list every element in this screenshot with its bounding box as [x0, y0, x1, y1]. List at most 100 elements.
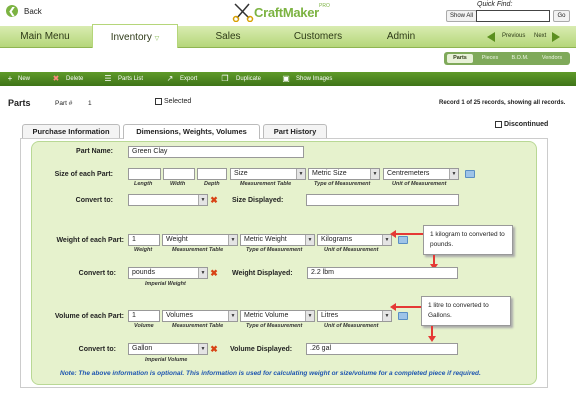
optional-info-note: Note: The above information is optional.…	[60, 370, 481, 377]
next-arrow-icon[interactable]	[552, 32, 560, 42]
nav-inventory-label: Inventory	[110, 32, 152, 43]
back-arrow-icon[interactable]: ❮	[6, 5, 18, 17]
clear-x-icon[interactable]: ✖	[210, 196, 218, 205]
type-of-measurement-sublabel: Type of Measurement	[246, 323, 303, 329]
subtab-vendors[interactable]: Vendors	[536, 54, 568, 63]
volume-unit-select[interactable]: Litres	[317, 310, 392, 322]
subtab-bom[interactable]: B.O.M.	[506, 54, 534, 63]
callout-arrow-line	[394, 306, 421, 308]
volume-table-value: Volumes	[166, 312, 193, 319]
width-sublabel: Width	[170, 181, 186, 187]
weight-table-value: Weight	[166, 236, 188, 243]
new-button[interactable]: New	[18, 72, 30, 86]
selected-checkbox[interactable]	[155, 98, 162, 105]
scissors-logo-icon	[232, 3, 254, 22]
go-button[interactable]: Go	[553, 10, 570, 22]
weight-displayed-label: Weight Displayed:	[232, 270, 293, 277]
tab-purchase-information[interactable]: Purchase Information	[22, 124, 120, 138]
chevron-down-icon[interactable]: ▼	[228, 235, 237, 245]
weight-input[interactable]: 1	[128, 234, 160, 246]
imperial-volume-sublabel: Imperial Volume	[145, 357, 188, 363]
size-unit-select[interactable]: Centremeters	[383, 168, 459, 180]
note-icon[interactable]	[465, 170, 475, 178]
size-convert-select[interactable]	[128, 194, 208, 206]
weight-unit-select[interactable]: Kilograms	[317, 234, 392, 246]
length-input[interactable]	[128, 168, 161, 180]
weight-sublabel: Weight	[134, 247, 153, 253]
volume-label: Volume of each Part:	[54, 313, 124, 320]
clear-x-icon[interactable]: ✖	[210, 269, 218, 278]
chevron-down-icon[interactable]: ▼	[305, 235, 314, 245]
chevron-down-icon[interactable]: ▼	[449, 169, 458, 179]
arrow-down-icon	[428, 336, 436, 342]
plus-icon: +	[7, 74, 13, 83]
unit-of-measurement-sublabel: Unit of Measurement	[324, 323, 379, 329]
previous-arrow-icon[interactable]	[487, 32, 495, 42]
measurement-table-sublabel: Measurement Table	[172, 247, 224, 253]
page-title: Parts	[8, 98, 31, 108]
chevron-down-icon[interactable]: ▼	[198, 195, 207, 205]
weight-unit-value: Kilograms	[321, 236, 353, 243]
depth-sublabel: Depth	[204, 181, 220, 187]
logo-pro-badge: PRO	[319, 3, 330, 9]
nav-main-menu[interactable]: Main Menu	[0, 26, 90, 48]
part-name-input[interactable]: Green Clay	[128, 146, 304, 158]
chevron-down-icon[interactable]: ▼	[296, 169, 305, 179]
size-label: Size of each Part:	[54, 171, 113, 178]
weight-convert-select[interactable]: pounds	[128, 267, 208, 279]
subtab-pieces[interactable]: Pieces	[476, 54, 504, 63]
chevron-down-icon[interactable]: ▼	[228, 311, 237, 321]
arrow-left-icon	[390, 303, 396, 311]
weight-convert-value: pounds	[132, 269, 155, 276]
volume-input[interactable]: 1	[128, 310, 160, 322]
callout-arrow-line	[394, 233, 423, 235]
nav-sales[interactable]: Sales	[190, 26, 266, 48]
volume-sublabel: Volume	[134, 323, 154, 329]
nav-admin[interactable]: Admin	[370, 26, 432, 48]
weight-type-select[interactable]: Metric Weight	[240, 234, 315, 246]
depth-input[interactable]	[197, 168, 227, 180]
unit-of-measurement-sublabel: Unit of Measurement	[392, 181, 447, 187]
width-input[interactable]	[163, 168, 195, 180]
part-number-label: Part #	[55, 100, 73, 107]
parts-list-button[interactable]: Parts List	[118, 72, 143, 86]
imperial-weight-sublabel: Imperial Weight	[145, 281, 186, 287]
weight-table-select[interactable]: Weight	[162, 234, 238, 246]
unit-of-measurement-sublabel: Unit of Measurement	[324, 247, 379, 253]
show-images-button[interactable]: Show Images	[296, 72, 332, 86]
tab-dimensions-weights-volumes[interactable]: Dimensions, Weights, Volumes	[123, 124, 260, 139]
part-name-label: Part Name:	[76, 148, 113, 155]
volume-type-select[interactable]: Metric Volume	[240, 310, 315, 322]
chevron-down-icon[interactable]: ▼	[370, 169, 379, 179]
selected-label: Selected	[164, 98, 192, 105]
delete-button[interactable]: Delete	[66, 72, 83, 86]
size-table-value: Size	[234, 170, 248, 177]
export-button[interactable]: Export	[180, 72, 197, 86]
tab-part-history[interactable]: Part History	[263, 124, 327, 138]
note-icon[interactable]	[398, 236, 408, 244]
length-sublabel: Length	[134, 181, 153, 187]
chevron-down-icon[interactable]: ▼	[198, 268, 207, 278]
size-convert-label: Convert to:	[75, 197, 113, 204]
chevron-down-icon[interactable]: ▼	[382, 311, 391, 321]
quick-find-input[interactable]	[476, 10, 550, 22]
nav-inventory[interactable]: Inventory ▽	[92, 24, 178, 48]
subtab-parts[interactable]: Parts	[447, 54, 473, 63]
previous-button[interactable]: Previous	[502, 33, 525, 39]
back-button[interactable]: Back	[24, 7, 42, 16]
volume-convert-select[interactable]: Gallon	[128, 343, 208, 355]
note-icon[interactable]	[398, 312, 408, 320]
volume-table-select[interactable]: Volumes	[162, 310, 238, 322]
export-icon: ↗	[166, 74, 174, 83]
duplicate-button[interactable]: Duplicate	[236, 72, 261, 86]
chevron-down-icon[interactable]: ▼	[305, 311, 314, 321]
size-table-select[interactable]: Size	[230, 168, 306, 180]
clear-x-icon[interactable]: ✖	[210, 345, 218, 354]
volume-displayed-field: .26 gal	[306, 343, 458, 355]
chevron-down-icon[interactable]: ▼	[198, 344, 207, 354]
weight-label: Weight of each Part:	[56, 237, 124, 244]
show-all-button[interactable]: Show All	[446, 10, 478, 22]
next-button[interactable]: Next	[534, 33, 546, 39]
nav-customers[interactable]: Customers	[278, 26, 358, 48]
discontinued-checkbox[interactable]	[495, 121, 502, 128]
